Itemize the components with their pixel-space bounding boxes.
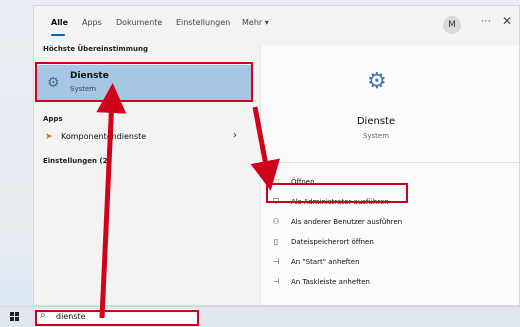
action-label: Dateispeicherort öffnen xyxy=(291,238,374,246)
start-search-panel: Alle Apps Dokumente Einstellungen Mehr ▾… xyxy=(33,5,520,306)
annotation-highlight-search xyxy=(35,310,199,326)
best-match-heading: Höchste Übereinstimmung xyxy=(43,45,148,53)
annotation-highlight-best-match xyxy=(35,62,253,102)
windows-start-icon[interactable] xyxy=(10,312,20,322)
avatar[interactable]: M xyxy=(443,16,461,34)
list-item-komponentendienste[interactable]: ➤ Komponentendienste › xyxy=(37,130,252,146)
action-run-as-other-user[interactable]: ⚇ Als anderer Benutzer ausführen xyxy=(270,216,470,232)
component-services-icon: ➤ xyxy=(45,132,53,142)
action-pin-start[interactable]: ⊣ An "Start" anheften xyxy=(270,256,470,272)
pin-taskbar-icon: ⊣ xyxy=(272,277,280,286)
action-label: An Taskleiste anheften xyxy=(291,278,370,286)
annotation-highlight-run-as-admin xyxy=(266,183,408,203)
divider xyxy=(269,162,519,163)
chevron-right-icon[interactable]: › xyxy=(233,130,237,141)
tab-mehr[interactable]: Mehr ▾ xyxy=(242,18,269,27)
app-item-label: Komponentendienste xyxy=(61,132,147,141)
tab-apps[interactable]: Apps xyxy=(82,18,102,27)
close-icon[interactable]: ✕ xyxy=(502,14,512,28)
action-pin-taskbar[interactable]: ⊣ An Taskleiste anheften xyxy=(270,276,470,292)
more-options-icon[interactable]: ⋯ xyxy=(481,16,491,27)
file-location-icon: ▯ xyxy=(273,237,279,246)
tab-einstellungen[interactable]: Einstellungen xyxy=(176,18,230,27)
services-large-gear-icon: ⚙ xyxy=(367,69,387,94)
tab-alle[interactable]: Alle xyxy=(51,18,68,27)
tab-dokumente[interactable]: Dokumente xyxy=(116,18,162,27)
active-tab-indicator xyxy=(51,34,65,36)
pin-start-icon: ⊣ xyxy=(272,257,280,266)
action-open-file-location[interactable]: ▯ Dateispeicherort öffnen xyxy=(270,236,470,252)
action-label: An "Start" anheften xyxy=(291,258,360,266)
settings-heading[interactable]: Einstellungen (2) xyxy=(43,157,111,165)
search-filter-tabs: Alle Apps Dokumente Einstellungen Mehr ▾… xyxy=(34,6,519,40)
run-as-other-user-icon: ⚇ xyxy=(272,217,280,226)
preview-pane: ⚙ Dienste System ⬚ Öffnen ⛉ Als Administ… xyxy=(260,46,519,305)
preview-title: Dienste xyxy=(356,116,396,127)
preview-subtitle: System xyxy=(362,132,390,140)
apps-heading: Apps xyxy=(43,115,63,123)
action-label: Als anderer Benutzer ausführen xyxy=(291,218,403,226)
